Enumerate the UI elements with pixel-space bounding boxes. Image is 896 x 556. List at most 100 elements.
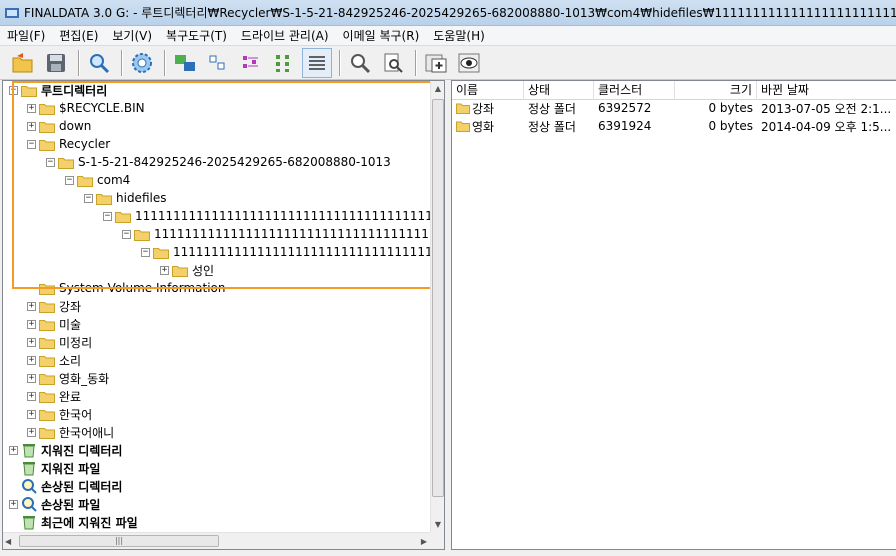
tree-node-kangjwa[interactable]: + 강좌 — [27, 297, 81, 315]
collapse-toggle[interactable]: − — [84, 193, 93, 203]
tree-node-sid[interactable]: − S-1-5-21-842925246-2025429265-68200888… — [46, 153, 391, 171]
tree-node-sungin[interactable]: + 성인 — [160, 261, 214, 279]
collapse-toggle[interactable]: − — [65, 175, 74, 185]
save-button[interactable] — [41, 48, 71, 78]
tree-node-system-volume-information[interactable]: System Volume Information — [27, 279, 225, 297]
toolbar-separator — [415, 49, 417, 76]
tree-node-down[interactable]: + down — [27, 117, 91, 135]
tree-node-hidefiles[interactable]: − hidefiles — [84, 189, 166, 207]
large-icons-button[interactable] — [170, 48, 200, 78]
menu-edit[interactable]: 편집(E) — [52, 26, 105, 46]
expand-toggle[interactable]: + — [27, 103, 36, 113]
row-name: 영화 — [472, 119, 495, 134]
tree-label: $RECYCLE.BIN — [59, 101, 145, 115]
tree-label: 1111111111111111111111111111111111111111… — [173, 245, 431, 259]
menu-file[interactable]: 파일(F) — [0, 26, 52, 46]
tree-node-root[interactable]: − 루트디렉터리 — [9, 81, 107, 99]
table-row[interactable]: 강좌 정상 폴더 6392572 0 bytes 2013-07-05 오전 2… — [452, 99, 896, 117]
expand-toggle[interactable]: + — [27, 409, 36, 419]
menu-bar: 파일(F) 편집(E) 보기(V) 복구도구(T) 드라이브 관리(A) 이메일… — [0, 26, 896, 46]
expand-toggle[interactable]: + — [27, 355, 36, 365]
tree-horizontal-scrollbar[interactable]: ◀ ||| ▶ — [3, 532, 431, 549]
tree-node-recycler[interactable]: − Recycler — [27, 135, 110, 153]
toolbar-separator — [164, 49, 166, 76]
search-button[interactable] — [84, 48, 114, 78]
menu-recovery-tools[interactable]: 복구도구(T) — [159, 26, 234, 46]
column-header-status[interactable]: 상태 — [524, 81, 594, 100]
table-row[interactable]: 영화 정상 폴더 6391924 0 bytes 2014-04-09 오후 1… — [452, 117, 896, 135]
folder-icon — [456, 103, 470, 114]
scroll-down-arrow[interactable]: ▼ — [431, 517, 444, 533]
scroll-thumb[interactable] — [432, 99, 444, 497]
tree-node-ones-3[interactable]: − 11111111111111111111111111111111111111… — [141, 243, 431, 261]
scroll-thumb[interactable]: ||| — [19, 535, 219, 547]
expand-toggle[interactable]: + — [27, 301, 36, 311]
tree-node-ones-2[interactable]: − 11111111111111111111111111111111111111… — [122, 225, 431, 243]
tree-node-damaged-directories[interactable]: 손상된 디렉터리 — [9, 477, 122, 495]
expand-toggle[interactable]: + — [27, 337, 36, 347]
recover-button[interactable] — [421, 48, 451, 78]
find-file-button[interactable] — [378, 48, 408, 78]
scroll-right-arrow[interactable]: ▶ — [421, 533, 427, 549]
scroll-left-arrow[interactable]: ◀ — [5, 533, 11, 549]
tree-node-younghwa-donghwa[interactable]: + 영화_동화 — [27, 369, 109, 387]
tree-node-damaged-files[interactable]: + 손상된 파일 — [9, 495, 100, 513]
expand-toggle[interactable]: + — [27, 391, 36, 401]
row-size: 0 bytes — [708, 119, 753, 133]
column-header-name[interactable]: 이름 — [452, 81, 524, 100]
collapse-toggle[interactable]: − — [103, 211, 112, 221]
tree-node-com4[interactable]: − com4 — [65, 171, 130, 189]
list-view-button[interactable] — [236, 48, 266, 78]
column-header-size[interactable]: 크기 — [675, 81, 757, 100]
settings-button[interactable] — [127, 48, 157, 78]
collapse-toggle[interactable]: − — [9, 85, 18, 95]
list-header: 이름 상태 클러스터 크기 바뀐 날짜 — [452, 81, 896, 100]
expand-toggle[interactable]: + — [9, 499, 18, 509]
damaged-search-icon — [22, 479, 37, 494]
preview-button[interactable] — [454, 48, 484, 78]
collapse-toggle[interactable]: − — [27, 139, 36, 149]
tree-label: 미술 — [59, 317, 82, 332]
expand-toggle[interactable]: + — [9, 445, 18, 455]
details-view-button[interactable] — [302, 47, 332, 78]
recycle-bin-icon — [23, 462, 35, 476]
column-header-cluster[interactable]: 클러스터 — [594, 81, 675, 100]
expand-toggle[interactable]: + — [27, 427, 36, 437]
tree-node-misul[interactable]: + 미술 — [27, 315, 81, 333]
tree-node-hangukeo[interactable]: + 한국어 — [27, 405, 92, 423]
expand-toggle[interactable]: + — [27, 373, 36, 383]
tree-node-ones-1[interactable]: − 11111111111111111111111111111111111111… — [103, 207, 431, 225]
tree-node-wanryo[interactable]: + 완료 — [27, 387, 81, 405]
expand-toggle[interactable]: + — [27, 121, 36, 131]
collapse-toggle[interactable]: − — [46, 157, 55, 167]
collapse-toggle[interactable]: − — [141, 247, 150, 257]
find-button[interactable] — [345, 48, 375, 78]
row-date: 2013-07-05 오전 2:1... — [761, 101, 892, 116]
open-drive-button[interactable] — [8, 48, 38, 78]
tree-node-mijeongri[interactable]: + 미정리 — [27, 333, 92, 351]
small-icons-button[interactable] — [203, 48, 233, 78]
scroll-up-arrow[interactable]: ▲ — [431, 81, 444, 97]
tree-label: 미정리 — [59, 335, 93, 350]
tree-vertical-scrollbar[interactable]: ▲ ▼ — [430, 81, 444, 533]
tree-node-sori[interactable]: + 소리 — [27, 351, 81, 369]
menu-drive-management[interactable]: 드라이브 관리(A) — [234, 26, 336, 46]
expand-toggle[interactable]: + — [27, 319, 36, 329]
tree-label: 완료 — [59, 389, 82, 404]
expand-toggle[interactable]: + — [160, 265, 169, 275]
column-header-date[interactable]: 바뀐 날짜 — [757, 81, 896, 100]
tree-node-recycle-bin[interactable]: + $RECYCLE.BIN — [27, 99, 145, 117]
tiles-view-button[interactable] — [269, 48, 299, 78]
folder-icon — [39, 355, 55, 367]
tree-node-deleted-directories[interactable]: + 지워진 디렉터리 — [9, 441, 122, 459]
tree-node-recently-deleted[interactable]: 최근에 지워진 파일 — [9, 513, 138, 531]
damaged-search-icon — [22, 497, 37, 512]
collapse-toggle[interactable]: − — [122, 229, 131, 239]
tree-node-hangukeo-aeni[interactable]: + 한국어애니 — [27, 423, 114, 441]
menu-view[interactable]: 보기(V) — [105, 26, 159, 46]
menu-help[interactable]: 도움말(H) — [426, 26, 492, 46]
tiles-icon — [276, 54, 289, 72]
menu-email-recovery[interactable]: 이메일 복구(R) — [336, 26, 427, 46]
tree-node-deleted-files[interactable]: 지워진 파일 — [9, 459, 100, 477]
tree-label: com4 — [97, 173, 131, 187]
